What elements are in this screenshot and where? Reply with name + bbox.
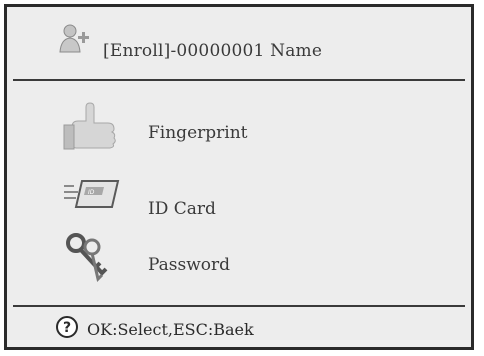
svg-text:ID: ID [88, 189, 95, 196]
menu-item-label: Password [148, 255, 231, 275]
password-keys-icon [62, 233, 132, 283]
menu-item-password[interactable]: Password [62, 233, 422, 283]
svg-text:?: ? [63, 320, 71, 336]
menu-item-label: Fingerprint [148, 123, 248, 143]
header: [Enroll]-00000001 Name [7, 7, 471, 77]
key-hint: OK:Select,ESC:Baek [87, 320, 254, 339]
menu-item-label: ID Card [148, 199, 216, 219]
footer: ? OK:Select,ESC:Baek [7, 307, 471, 347]
enroll-screen: [Enroll]-00000001 Name Fingerprint ID ID… [4, 4, 474, 350]
help-icon: ? [55, 315, 81, 341]
header-divider [13, 79, 465, 81]
page-title: [Enroll]-00000001 Name [103, 41, 323, 61]
menu-item-fingerprint[interactable]: Fingerprint [62, 101, 422, 151]
fingerprint-hand-icon [62, 101, 132, 151]
menu-item-id-card[interactable]: ID ID Card [62, 177, 422, 227]
id-card-icon: ID [62, 177, 132, 227]
user-enroll-icon [57, 22, 91, 54]
